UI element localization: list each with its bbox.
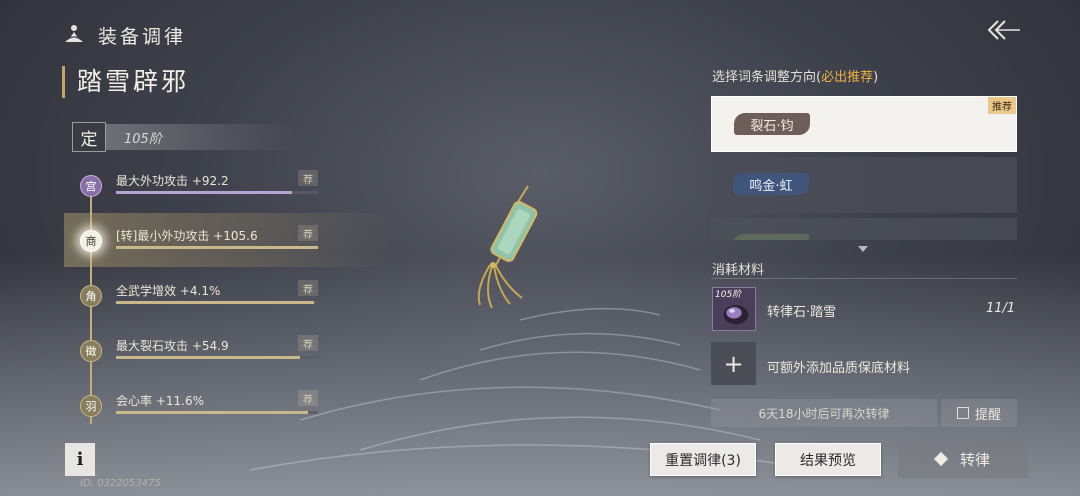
player-id: ID: 0322053475 [80, 478, 161, 489]
remind-label: 提醒 [974, 407, 1001, 423]
stat-label: 最大裂石攻击 +54.9 [116, 339, 229, 353]
page-header: 装备调律 [62, 22, 186, 48]
remind-toggle[interactable]: 提醒 [941, 399, 1017, 427]
direction-label-text: 选择词条调整方向( [712, 70, 822, 85]
stat-node: 宫 [80, 175, 102, 197]
recommend-badge: 荐 [298, 225, 318, 241]
stat-label: [转]最小外功攻击 +105.6 [116, 229, 258, 243]
stat-label: 全武学增效 +4.1% [116, 284, 221, 298]
material-tier: 105阶 [715, 290, 742, 300]
cooldown-text: 6天18小时后可再次转律 [711, 399, 937, 427]
stat-track [116, 191, 318, 194]
option-label: 裂石·钧 [734, 113, 810, 135]
jade-pendant-item [477, 185, 538, 309]
recommend-badge: 荐 [298, 280, 318, 296]
diamond-icon [933, 451, 949, 467]
stat-row[interactable]: 徵 最大裂石攻击 +54.9 荐 [64, 323, 394, 377]
material-name: 转律石·踏雪 [767, 305, 837, 320]
add-material-button[interactable]: + [711, 342, 756, 385]
stat-track [116, 301, 318, 304]
recommend-badge: 荐 [298, 390, 318, 406]
preview-button[interactable]: 结果预览 [775, 443, 881, 476]
stat-label: 最大外功攻击 +92.2 [116, 174, 229, 188]
add-material-label: 可额外添加品质保底材料 [767, 361, 911, 376]
meditation-icon [65, 25, 83, 42]
stat-fill [116, 356, 300, 359]
stat-label: 会心率 +11.6% [116, 394, 204, 408]
recommend-badge: 荐 [298, 335, 318, 351]
equipment-name: 踏雪辟邪 [62, 66, 189, 98]
stat-node: 徵 [80, 340, 102, 362]
plus-icon: + [723, 349, 744, 378]
stat-track [116, 246, 318, 249]
page-title: 装备调律 [98, 25, 187, 48]
materials-label: 消耗材料 [712, 263, 765, 278]
remind-checkbox[interactable] [956, 407, 969, 419]
stat-fill [116, 246, 318, 249]
recommend-tag: 推荐 [988, 97, 1016, 114]
stat-track [116, 356, 318, 359]
stat-node: 角 [80, 285, 102, 307]
stat-fill [116, 191, 292, 194]
stat-row[interactable]: 角 全武学增效 +4.1% 荐 [64, 268, 394, 322]
tier-badge: 定 [72, 122, 106, 152]
direction-label: 选择词条调整方向(必出推荐) [712, 66, 878, 85]
direction-option-1[interactable]: 推荐 裂石·钧 [711, 96, 1017, 152]
tier-bar: 定 105阶 [72, 122, 294, 152]
option-label [733, 234, 809, 240]
materials-divider [711, 278, 1017, 279]
stat-node: 商 [80, 230, 102, 252]
reset-button[interactable]: 重置调律(3) [650, 443, 756, 476]
stat-track [116, 411, 318, 414]
scroll-down-icon[interactable] [858, 246, 868, 252]
direction-hint: 必出推荐 [821, 70, 874, 85]
direction-option-3[interactable] [711, 218, 1017, 240]
info-button[interactable]: i [65, 443, 95, 476]
material-count: 11/1 [986, 301, 1016, 316]
transfer-label: 转律 [959, 450, 990, 469]
stat-row[interactable]: 宫 最大外功攻击 +92.2 荐 [64, 158, 394, 212]
direction-label-close: ) [873, 70, 879, 85]
stat-row[interactable]: 商 [转]最小外功攻击 +105.6 荐 [64, 213, 394, 267]
option-label: 鸣金·虹 [733, 173, 809, 195]
direction-option-2[interactable]: 鸣金·虹 [711, 157, 1017, 213]
back-button[interactable] [984, 14, 1024, 46]
transfer-button[interactable]: 转律 [898, 440, 1028, 478]
recommend-badge: 荐 [298, 170, 318, 186]
back-arrow-icon [987, 20, 1020, 40]
tier-text: 105阶 [124, 132, 162, 147]
stat-fill [116, 301, 314, 304]
stat-row[interactable]: 羽 会心率 +11.6% 荐 [64, 378, 394, 432]
stat-fill [116, 411, 308, 414]
stat-node: 羽 [80, 395, 102, 417]
